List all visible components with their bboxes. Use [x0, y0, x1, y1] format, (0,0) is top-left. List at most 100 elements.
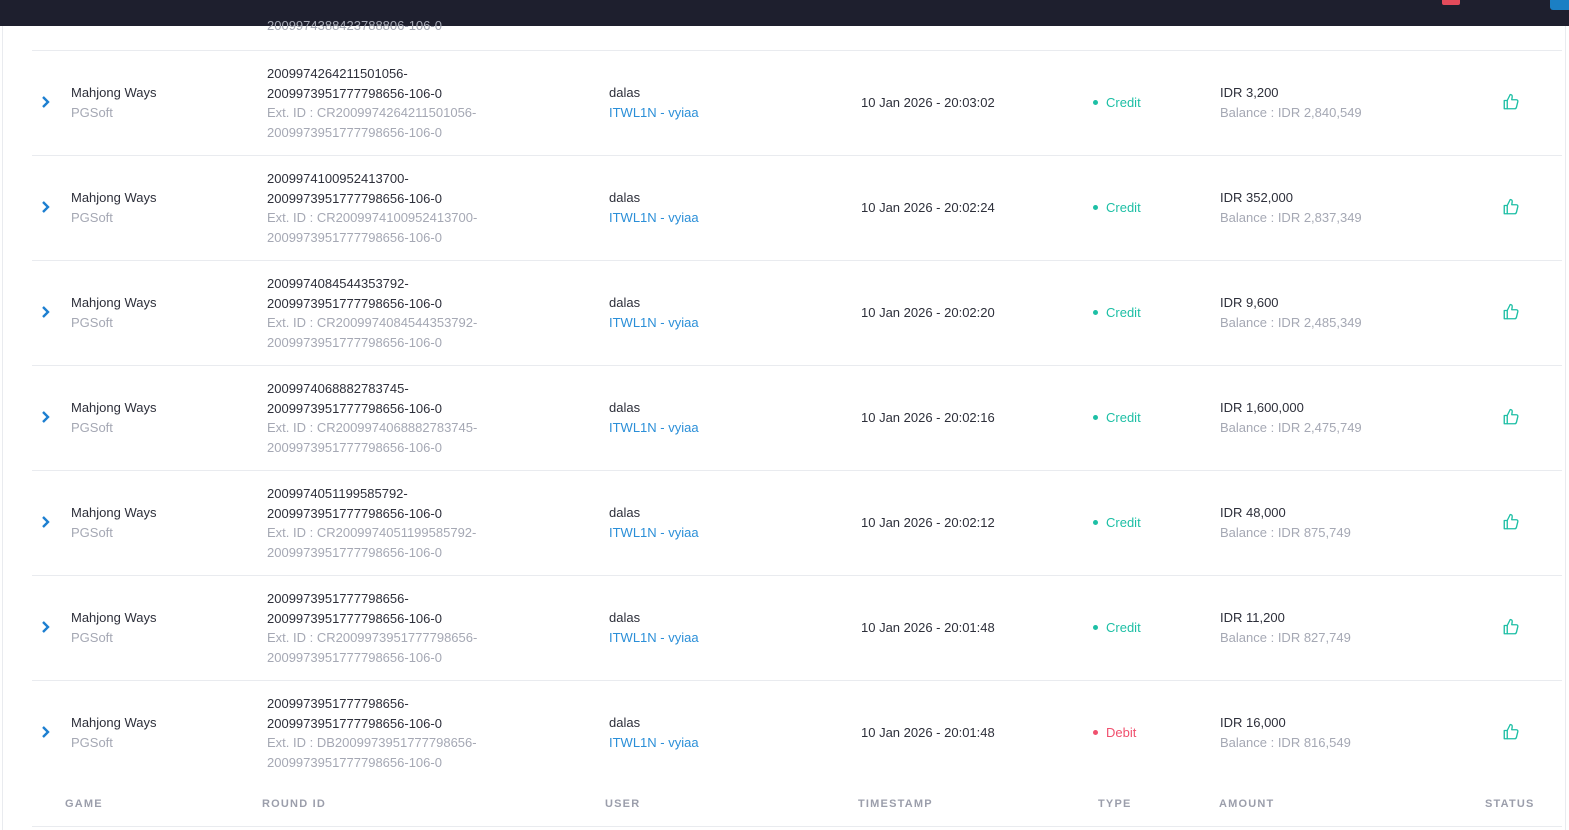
table-row: Mahjong Ways PGSoft 2009974100952413700-… [32, 155, 1562, 260]
ext-id-line1: Ext. ID : CR2009974100952413700- [267, 210, 478, 225]
round-id-line2: 2009973951777798656-106-0 [267, 505, 442, 521]
game-provider: PGSoft [71, 734, 113, 750]
expand-row-button[interactable] [41, 516, 51, 528]
timestamp: 10 Jan 2026 - 20:02:16 [861, 410, 995, 425]
game-provider: PGSoft [71, 104, 113, 120]
user-cell: dalas ITWL1N - vyiaa [609, 398, 699, 437]
amount-value: IDR 1,600,000 [1220, 400, 1304, 415]
user-operator-link[interactable]: ITWL1N - vyiaa [609, 733, 699, 753]
type-label: Credit [1106, 305, 1141, 320]
type-badge: Credit [1093, 408, 1141, 428]
column-header-game[interactable]: GAME [65, 798, 103, 810]
status-dot-icon [1093, 310, 1098, 315]
ext-id-line1: Ext. ID : CR2009974264211501056- [267, 105, 477, 120]
balance-value: Balance : IDR 816,549 [1220, 734, 1351, 750]
column-header-status[interactable]: STATUS [1485, 798, 1535, 810]
timestamp: 10 Jan 2026 - 20:03:02 [861, 95, 995, 110]
ext-id-line2: 2009973951777798656-106-0 [267, 124, 442, 140]
game-provider: PGSoft [71, 314, 113, 330]
thumbs-up-icon [1503, 198, 1519, 215]
type-label: Credit [1106, 95, 1141, 110]
status-cell [1502, 198, 1520, 216]
column-header-round-id[interactable]: ROUND ID [262, 798, 326, 810]
amount-value: IDR 11,200 [1220, 610, 1285, 625]
user-operator-link[interactable]: ITWL1N - vyiaa [609, 418, 699, 438]
expand-row-button[interactable] [41, 201, 51, 213]
column-header-amount[interactable]: AMOUNT [1219, 798, 1274, 810]
expand-row-button[interactable] [41, 621, 51, 633]
balance-value: Balance : IDR 827,749 [1220, 629, 1351, 645]
chevron-right-icon [42, 201, 50, 213]
user-operator-link[interactable]: ITWL1N - vyiaa [609, 208, 699, 228]
user-cell: dalas ITWL1N - vyiaa [609, 503, 699, 542]
column-header-timestamp[interactable]: TIMESTAMP [858, 798, 933, 810]
user-cell: dalas ITWL1N - vyiaa [609, 608, 699, 647]
language-flag-icon[interactable] [1442, 0, 1460, 5]
round-id-cell: 2009974084544353792- 2009973951777798656… [267, 274, 477, 352]
status-dot-icon [1093, 730, 1098, 735]
status-dot-icon [1093, 100, 1098, 105]
amount-value: IDR 48,000 [1220, 505, 1286, 520]
user-operator-link[interactable]: ITWL1N - vyiaa [609, 313, 699, 333]
round-id-line1: 2009973951777798656- [267, 696, 409, 711]
expand-row-button[interactable] [41, 411, 51, 423]
round-id-cell: 2009973951777798656- 2009973951777798656… [267, 694, 477, 772]
chevron-right-icon [42, 306, 50, 318]
status-cell [1502, 408, 1520, 426]
amount-value: IDR 9,600 [1220, 295, 1279, 310]
balance-value: Balance : IDR 2,840,549 [1220, 104, 1362, 120]
user-operator-link[interactable]: ITWL1N - vyiaa [609, 628, 699, 648]
status-cell [1502, 303, 1520, 321]
ext-id-line2: 2009973951777798656-106-0 [267, 229, 442, 245]
game-name: Mahjong Ways [71, 190, 157, 205]
column-header-type[interactable]: TYPE [1098, 798, 1132, 810]
table-row: Mahjong Ways PGSoft 2009974068882783745-… [32, 365, 1562, 470]
game-name: Mahjong Ways [71, 295, 157, 310]
expand-row-button[interactable] [41, 306, 51, 318]
ext-id-line2: 2009973951777798656-106-0 [267, 544, 442, 560]
timestamp: 10 Jan 2026 - 20:01:48 [861, 725, 995, 740]
ext-id-line2: 2009973951777798656-106-0 [267, 334, 442, 350]
type-label: Credit [1106, 200, 1141, 215]
user-name: dalas [609, 505, 641, 520]
user-operator-link[interactable]: ITWL1N - vyiaa [609, 103, 699, 123]
status-cell [1502, 93, 1520, 111]
type-badge: Credit [1093, 303, 1141, 323]
amount-cell: IDR 1,600,000 Balance : IDR 2,475,749 [1220, 398, 1362, 437]
round-id-line1: 2009974068882783745- [267, 381, 409, 396]
amount-value: IDR 352,000 [1220, 190, 1293, 205]
status-cell [1502, 513, 1520, 531]
round-id-cell: 2009974068882783745- 2009973951777798656… [267, 379, 477, 457]
amount-value: IDR 16,000 [1220, 715, 1286, 730]
round-id-cell: 2009974100952413700- 2009973951777798656… [267, 169, 477, 247]
profile-menu-button[interactable] [1550, 0, 1569, 10]
user-cell: dalas ITWL1N - vyiaa [609, 293, 699, 332]
game-cell: Mahjong Ways PGSoft [71, 188, 157, 227]
user-name: dalas [609, 610, 641, 625]
game-provider: PGSoft [71, 209, 113, 225]
user-cell: dalas ITWL1N - vyiaa [609, 188, 699, 227]
clipped-round-id: 2009974388423788806-106-0 [267, 18, 442, 33]
user-cell: dalas ITWL1N - vyiaa [609, 83, 699, 122]
game-provider: PGSoft [71, 524, 113, 540]
user-operator-link[interactable]: ITWL1N - vyiaa [609, 523, 699, 543]
thumbs-up-icon [1503, 723, 1519, 740]
amount-cell: IDR 11,200 Balance : IDR 827,749 [1220, 608, 1351, 647]
round-id-cell: 2009974264211501056- 2009973951777798656… [267, 64, 476, 142]
ext-id-line1: Ext. ID : CR2009973951777798656- [267, 630, 478, 645]
expand-row-button[interactable] [41, 96, 51, 108]
ext-id-line2: 2009973951777798656-106-0 [267, 754, 442, 770]
column-header-user[interactable]: USER [605, 798, 640, 810]
round-id-line2: 2009973951777798656-106-0 [267, 400, 442, 416]
table-row: Mahjong Ways PGSoft 2009974084544353792-… [32, 260, 1562, 365]
expand-row-button[interactable] [41, 726, 51, 738]
balance-value: Balance : IDR 2,475,749 [1220, 419, 1362, 435]
status-dot-icon [1093, 520, 1098, 525]
ext-id-line1: Ext. ID : CR2009974084544353792- [267, 315, 478, 330]
user-cell: dalas ITWL1N - vyiaa [609, 713, 699, 752]
amount-value: IDR 3,200 [1220, 85, 1279, 100]
round-id-line2: 2009973951777798656-106-0 [267, 85, 442, 101]
game-cell: Mahjong Ways PGSoft [71, 608, 157, 647]
balance-value: Balance : IDR 2,837,349 [1220, 209, 1362, 225]
type-badge: Credit [1093, 198, 1141, 218]
